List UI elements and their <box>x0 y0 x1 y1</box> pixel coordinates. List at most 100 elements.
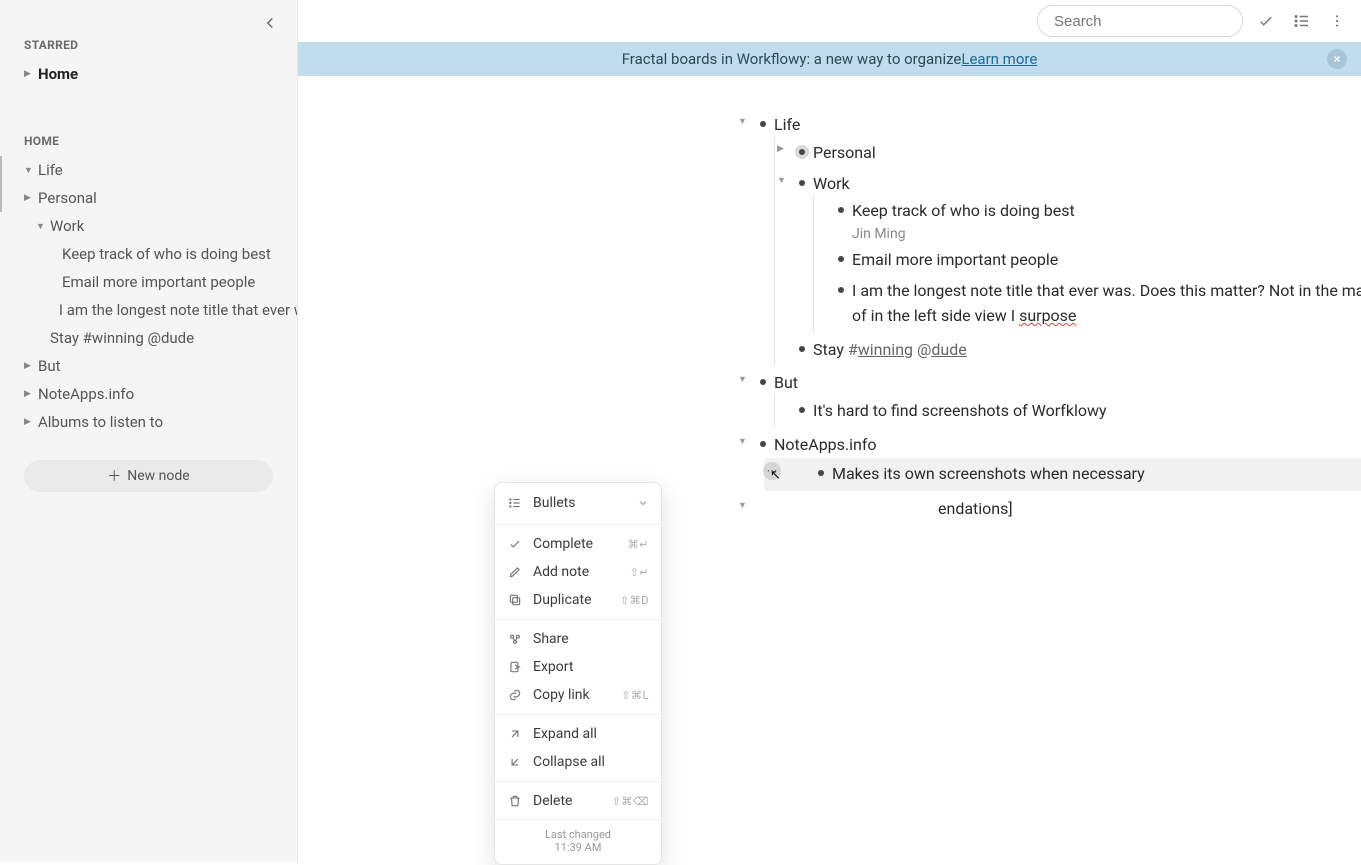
bullet-icon[interactable] <box>838 256 844 262</box>
separator <box>495 619 661 620</box>
node-text[interactable]: Makes its own screenshots when necessary <box>832 462 1361 487</box>
plus-icon: ＋ <box>107 466 121 486</box>
sidebar-back-button[interactable] <box>261 14 279 32</box>
sidebar-item-stay[interactable]: ▶ Stay #winning @dude <box>0 324 297 352</box>
more-vertical-icon[interactable] <box>1325 9 1349 33</box>
starred-item-home[interactable]: ▶ Home <box>0 60 297 88</box>
banner-close-button[interactable] <box>1327 49 1347 69</box>
sidebar-item-label: Work <box>50 217 84 235</box>
list-icon[interactable] <box>1289 8 1315 34</box>
search-box[interactable] <box>1037 5 1243 37</box>
bullet-icon[interactable] <box>760 121 766 127</box>
ctx-complete[interactable]: Complete ⌘↵ <box>495 530 661 558</box>
sidebar-item-label: Email more important people <box>62 273 255 291</box>
active-node-row[interactable]: ⋯ ↖ Makes its own screenshots when neces… <box>764 458 1361 491</box>
ctx-footer: Last changed 11:39 AM <box>495 819 661 858</box>
collapse-toggle[interactable]: ▼ <box>738 500 747 511</box>
hashtag[interactable]: winning <box>858 340 913 359</box>
main: Fractal boards in Workflowy: a new way t… <box>298 0 1361 862</box>
node-text[interactable]: Stay #winning @dude <box>813 338 1361 363</box>
trash-icon <box>507 794 523 808</box>
bullet-icon[interactable] <box>799 407 805 413</box>
sidebar-item-label: Personal <box>38 189 97 207</box>
banner-link[interactable]: Learn more <box>961 50 1037 68</box>
chevron-right-icon: ▶ <box>24 361 34 371</box>
sidebar-item-label: Stay #winning @dude <box>50 329 194 347</box>
starred-heading: STARRED <box>0 12 297 60</box>
new-node-button[interactable]: ＋ New node <box>24 460 273 492</box>
ctx-export[interactable]: Export <box>495 653 661 681</box>
sidebar-item-life[interactable]: ▼ Life <box>0 156 297 184</box>
separator <box>495 524 661 525</box>
ctx-add-note[interactable]: Add note ⇧↵ <box>495 558 661 586</box>
search-input[interactable] <box>1054 13 1253 30</box>
header <box>298 0 1361 42</box>
collapse-toggle[interactable]: ▼ <box>738 436 747 447</box>
list-icon <box>507 496 523 510</box>
node-text[interactable]: I am the longest note title that ever wa… <box>852 279 1361 329</box>
sidebar-item-label: NoteApps.info <box>38 385 134 403</box>
bullet-icon[interactable] <box>760 379 766 385</box>
ctx-share[interactable]: Share <box>495 625 661 653</box>
bullet-icon[interactable] <box>799 149 805 155</box>
collapse-toggle[interactable]: ▼ <box>738 116 747 127</box>
sidebar-item-albums[interactable]: ▶ Albums to listen to <box>0 408 297 436</box>
bullet-icon[interactable] <box>838 287 844 293</box>
sidebar-item-label: Albums to listen to <box>38 413 163 431</box>
sidebar-item-work[interactable]: ▼ Work <box>0 212 297 240</box>
ctx-collapse-all[interactable]: Collapse all <box>495 748 661 776</box>
ctx-expand-all[interactable]: Expand all <box>495 720 661 748</box>
node-more-handle[interactable]: ⋯ <box>763 462 781 480</box>
duplicate-icon <box>507 593 523 607</box>
sidebar-item-label: Keep track of who is doing best <box>62 245 271 263</box>
sidebar-item-noteapps[interactable]: ▶ NoteApps.info <box>0 380 297 408</box>
sidebar-item-work-child[interactable]: ▶ Keep track of who is doing best <box>0 240 297 268</box>
collapse-toggle[interactable]: ▼ <box>738 374 747 385</box>
expand-icon <box>507 727 523 741</box>
ctx-copy-link[interactable]: Copy link ⇧⌘L <box>495 681 661 709</box>
collapse-toggle[interactable]: ▶ <box>777 144 784 154</box>
node-text[interactable]: Life <box>774 113 1361 138</box>
sidebar-item-label: Life <box>38 161 63 179</box>
chevron-right-icon: ▶ <box>24 193 34 203</box>
separator <box>495 714 661 715</box>
node-text[interactable]: Personal <box>813 141 1361 166</box>
misspelled-word: surpose <box>1019 306 1076 325</box>
pencil-icon <box>507 565 523 579</box>
node-text[interactable]: But <box>774 371 1361 396</box>
bullet-icon[interactable] <box>799 346 805 352</box>
sidebar-item-work-child[interactable]: ▶ Email more important people <box>0 268 297 296</box>
collapse-toggle[interactable]: ▼ <box>777 175 786 186</box>
link-icon <box>507 688 523 702</box>
node-text[interactable]: Email more important people <box>852 248 1361 273</box>
ctx-view-type[interactable]: Bullets <box>495 489 661 519</box>
bullet-icon[interactable] <box>799 180 805 186</box>
node-text-obscured[interactable]: endations] <box>774 497 1361 522</box>
sidebar-item-label: But <box>38 357 61 375</box>
ctx-duplicate[interactable]: Duplicate ⇧⌘D <box>495 586 661 614</box>
context-menu: Bullets Complete ⌘↵ Add note ⇧↵ Duplicat… <box>494 482 662 865</box>
bullet-icon[interactable] <box>760 441 766 447</box>
check-icon[interactable] <box>1253 8 1279 34</box>
node-text[interactable]: Work <box>813 172 1361 197</box>
node-text[interactable]: It's hard to find screenshots of Worfklo… <box>813 399 1361 424</box>
check-icon <box>507 537 523 551</box>
sidebar: STARRED ▶ Home HOME ▼ Life ▶ Personal ▼ … <box>0 0 298 862</box>
sidebar-item-label: I am the longest note title that ever wa… <box>59 301 297 319</box>
sidebar-item-work-child[interactable]: ▶ I am the longest note title that ever … <box>0 296 297 324</box>
mention[interactable]: dude <box>931 340 966 359</box>
export-icon <box>507 660 523 674</box>
ctx-label: Bullets <box>533 495 575 511</box>
bullet-icon[interactable] <box>818 470 824 476</box>
banner-text: Fractal boards in Workflowy: a new way t… <box>622 50 962 68</box>
node-text[interactable]: NoteApps.info <box>774 433 1361 458</box>
collapse-icon <box>507 755 523 769</box>
bullet-icon[interactable] <box>838 207 844 213</box>
sidebar-item-personal[interactable]: ▶ Personal <box>0 184 297 212</box>
node-text[interactable]: Keep track of who is doing best <box>852 199 1361 224</box>
share-icon <box>507 632 523 646</box>
chevron-down-icon: ▼ <box>36 221 46 232</box>
ctx-delete[interactable]: Delete ⇧⌘⌫ <box>495 787 661 815</box>
sidebar-item-but[interactable]: ▶ But <box>0 352 297 380</box>
node-note[interactable]: Jin Ming <box>852 226 1361 242</box>
